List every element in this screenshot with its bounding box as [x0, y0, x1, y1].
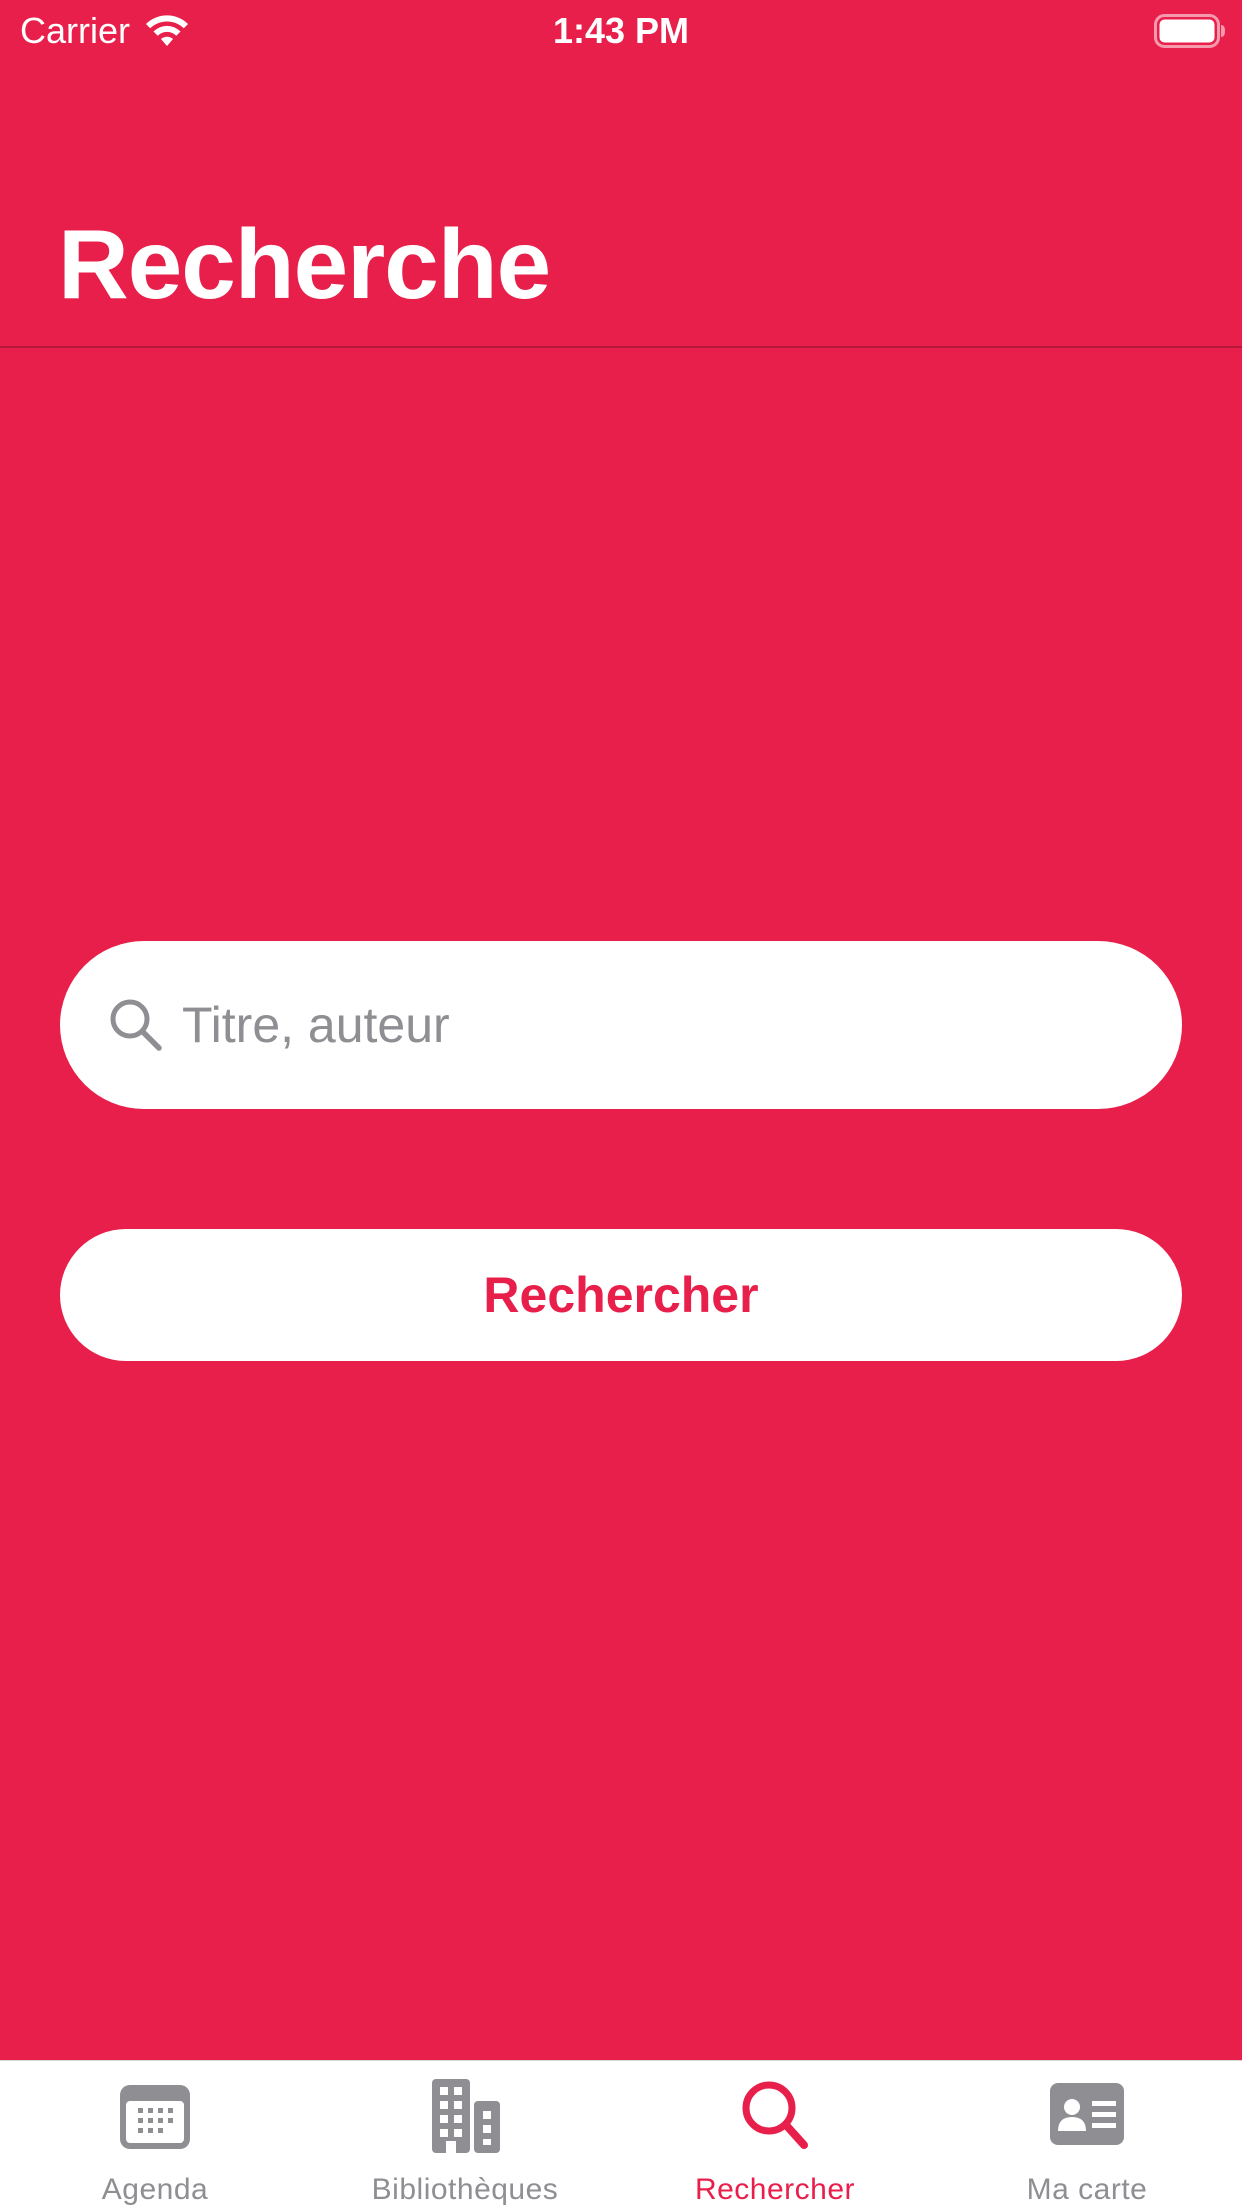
search-input[interactable] [182, 985, 1142, 1065]
id-card-icon [1050, 2083, 1124, 2145]
search-icon [110, 999, 162, 1051]
search-button[interactable]: Rechercher [60, 1229, 1182, 1361]
battery-icon [1154, 14, 1225, 48]
building-icon [432, 2079, 500, 2153]
tab-bibliotheques-label: Bibliothèques [371, 2173, 559, 2206]
status-bar: Carrier 1:43 PM [0, 0, 1242, 62]
header-divider [0, 346, 1242, 348]
tab-bibliotheques[interactable]: Bibliothèques [310, 2061, 620, 2208]
search-icon [742, 2081, 808, 2149]
tab-ma-carte-label: Ma carte [1026, 2173, 1148, 2206]
tab-rechercher[interactable]: Rechercher [620, 2061, 930, 2208]
page-title: Recherche [58, 209, 551, 319]
search-field[interactable] [60, 941, 1182, 1109]
tab-rechercher-label: Rechercher [694, 2173, 856, 2206]
tab-bar: Agenda Bibliothèques Rechercher Ma carte [0, 2060, 1242, 2208]
status-time: 1:43 PM [552, 10, 690, 51]
tab-agenda-label: Agenda [101, 2173, 209, 2206]
calendar-icon [120, 2085, 190, 2149]
tab-agenda[interactable]: Agenda [0, 2061, 310, 2208]
tab-ma-carte[interactable]: Ma carte [932, 2061, 1242, 2208]
app-screen: Carrier 1:43 PM Recherche Rechercher [0, 0, 1242, 2208]
